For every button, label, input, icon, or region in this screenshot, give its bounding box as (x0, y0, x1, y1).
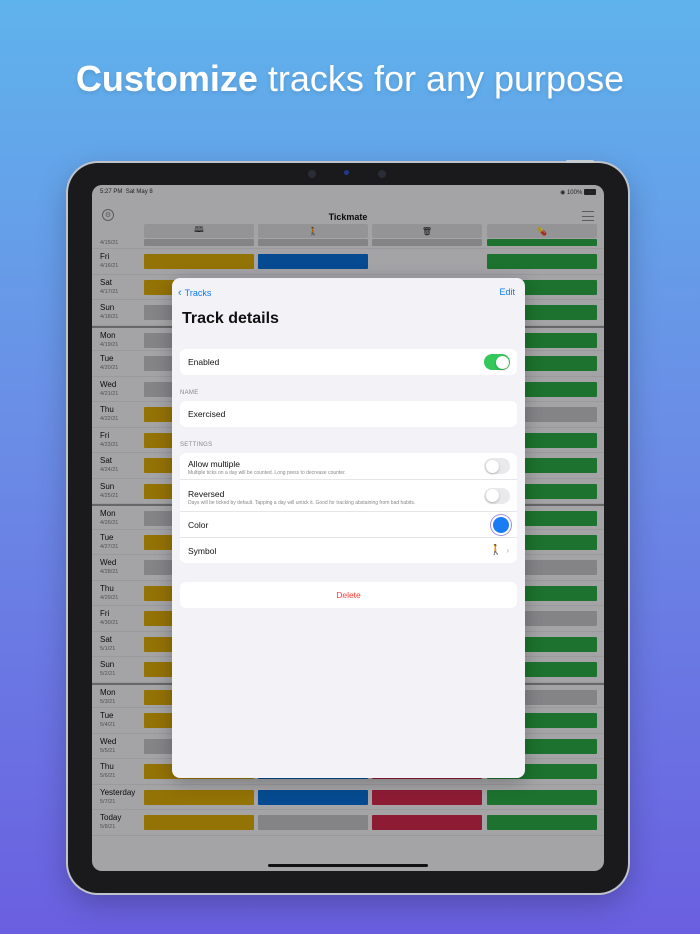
toggle-knob (485, 459, 499, 473)
name-field[interactable]: Exercised (180, 401, 517, 427)
camera-dot (308, 170, 316, 178)
name-section-label: NAME (180, 390, 199, 396)
toggle-knob (485, 489, 499, 502)
name-group: Exercised (180, 401, 517, 427)
allow-multiple-label: Allow multiple (188, 459, 240, 469)
chevron-left-icon: ‹ (178, 287, 182, 299)
settings-section-label: SETTINGS (180, 442, 213, 448)
allow-multiple-text: Allow multiple Multiple ticks on a day wi… (188, 456, 346, 476)
edit-button[interactable]: Edit (499, 287, 515, 297)
home-indicator (268, 864, 428, 867)
back-label: Tracks (184, 288, 212, 298)
reversed-label: Reversed (188, 488, 225, 499)
headline: Customize tracks for any purpose (0, 58, 700, 100)
color-row[interactable]: Color (180, 511, 517, 537)
symbol-value: 🚶 › (490, 545, 509, 556)
sheet-title: Track details (182, 310, 279, 327)
allow-multiple-desc: Multiple ticks on a day will be counted.… (188, 470, 346, 476)
enabled-label: Enabled (188, 357, 220, 367)
ipad-device: 5:27 PM Sat May 8 ◉ 100% ⚙ Tickmate 🕮 🚶 … (68, 160, 628, 893)
color-swatch[interactable] (493, 516, 509, 533)
camera-lens (344, 170, 349, 175)
color-label: Color (188, 519, 209, 530)
enabled-row: Enabled (180, 349, 517, 375)
headline-bold: Customize (75, 58, 258, 99)
symbol-row[interactable]: Symbol 🚶 › (180, 537, 517, 563)
name-value: Exercised (188, 409, 226, 419)
delete-button[interactable]: Delete (180, 582, 517, 608)
back-button[interactable]: ‹ Tracks (178, 287, 211, 299)
symbol-label: Symbol (188, 545, 217, 556)
allow-multiple-toggle[interactable] (484, 458, 510, 474)
side-button (566, 160, 594, 163)
toggle-knob (495, 355, 509, 369)
headline-rest: tracks for any purpose (257, 58, 625, 99)
reversed-toggle[interactable] (484, 487, 510, 504)
reversed-row: Reversed Days will be ticked by default. … (180, 479, 517, 511)
track-details-sheet: ‹ Tracks Edit Track details Enabled NAME … (172, 278, 525, 778)
enabled-group: Enabled (180, 349, 517, 375)
walking-icon: 🚶 (489, 545, 503, 556)
reversed-desc: Days will be ticked by default. Tapping … (188, 499, 416, 506)
settings-group: Allow multiple Multiple ticks on a day wi… (180, 453, 517, 563)
chevron-right-icon: › (506, 546, 509, 555)
screen: 5:27 PM Sat May 8 ◉ 100% ⚙ Tickmate 🕮 🚶 … (92, 185, 604, 871)
allow-multiple-row: Allow multiple Multiple ticks on a day wi… (180, 453, 517, 479)
camera-dot-2 (378, 170, 386, 178)
reversed-text: Reversed Days will be ticked by default. … (188, 486, 478, 506)
enabled-toggle[interactable] (484, 354, 510, 370)
